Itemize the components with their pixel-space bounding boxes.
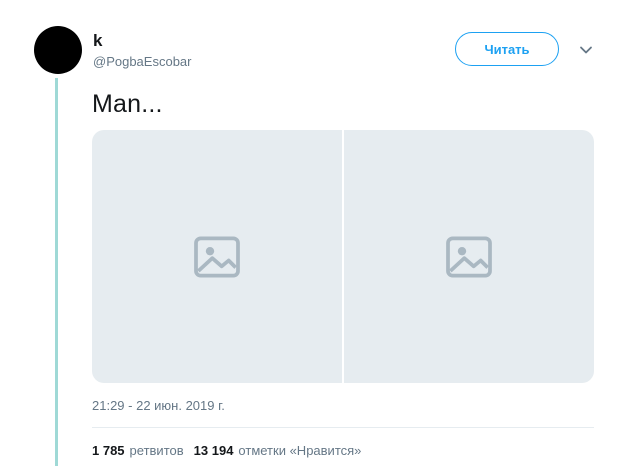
chevron-down-icon[interactable]	[578, 42, 594, 58]
retweets-count: 1 785	[92, 443, 125, 458]
media-grid	[92, 130, 594, 383]
tweet-stats: 1 785 ретвитов 13 194 отметки «Нравится»	[92, 443, 361, 458]
image-icon	[194, 235, 240, 278]
thread-line	[55, 78, 58, 466]
likes-count: 13 194	[193, 443, 234, 458]
avatar[interactable]	[34, 26, 82, 74]
likes-label: отметки «Нравится»	[238, 443, 362, 458]
tweet-text: Man...	[92, 90, 163, 118]
photo-2[interactable]	[344, 130, 594, 383]
follow-button[interactable]: Читать	[455, 32, 559, 66]
author-display-name[interactable]: k	[93, 31, 102, 51]
likes-stat[interactable]: 13 194 отметки «Нравится»	[194, 443, 362, 458]
author-handle[interactable]: @PogbaEscobar	[93, 54, 191, 69]
retweets-label: ретвитов	[129, 443, 184, 458]
divider	[92, 427, 594, 428]
photo-1[interactable]	[92, 130, 342, 383]
retweets-stat[interactable]: 1 785 ретвитов	[92, 443, 184, 458]
tweet-timestamp[interactable]: 21:29 - 22 июн. 2019 г.	[92, 398, 225, 413]
image-icon	[446, 235, 492, 278]
tweet: k @PogbaEscobar Читать Man... 21:29 - 22…	[0, 0, 628, 466]
